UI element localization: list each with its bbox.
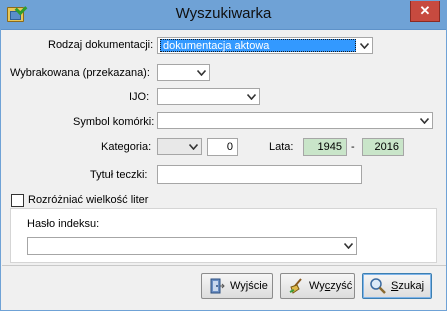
kategoria-label: Kategoria: — [101, 141, 152, 153]
exit-door-icon — [208, 277, 226, 295]
chevron-down-icon[interactable] — [417, 113, 432, 128]
chevron-down-icon[interactable] — [244, 89, 259, 104]
rodzaj-combo[interactable]: dokumentacja aktowa — [157, 37, 373, 54]
exit-label: Wyjście — [230, 280, 268, 292]
footer-divider — [2, 265, 446, 266]
tytul-input[interactable] — [157, 165, 362, 184]
close-button[interactable]: ✕ — [410, 1, 440, 22]
chevron-down-icon[interactable] — [341, 238, 356, 253]
tytul-label: Tytuł teczki: — [90, 169, 148, 181]
chevron-down-icon[interactable] — [186, 139, 201, 154]
search-window: Wyszukiwarka ✕ Rodzaj dokumentacji: doku… — [0, 0, 447, 311]
haslo-combo[interactable] — [27, 237, 357, 255]
wybrakowana-combo[interactable] — [157, 64, 210, 81]
symbol-combo[interactable] — [157, 112, 433, 129]
clear-label: Wyczyść — [309, 280, 353, 292]
rodzaj-label: Rodzaj dokumentacji: — [48, 39, 154, 51]
year-from-input[interactable]: 1945 — [303, 138, 347, 156]
window-title: Wyszukiwarka — [175, 5, 272, 22]
broom-icon — [287, 277, 305, 295]
search-button[interactable]: Szukaj — [362, 273, 432, 299]
haslo-label: Hasło indeksu: — [27, 218, 100, 230]
case-sensitive-label: Rozróżniać wielkość liter — [28, 194, 149, 206]
symbol-label: Symbol komórki: — [73, 116, 155, 128]
ijo-label: IJO: — [129, 91, 150, 103]
rodzaj-value: dokumentacja aktowa — [160, 39, 356, 52]
year-separator: - — [351, 141, 355, 153]
wybrakowana-label: Wybrakowana (przekazana): — [10, 67, 150, 79]
clear-button[interactable]: Wyczyść — [280, 273, 355, 299]
kategoria-combo[interactable] — [157, 138, 202, 155]
title-bar: Wyszukiwarka ✕ — [1, 1, 446, 30]
search-label: Szukaj — [391, 280, 425, 292]
chevron-down-icon[interactable] — [194, 65, 209, 80]
chevron-down-icon[interactable] — [357, 38, 372, 53]
index-group: Hasło indeksu: — [10, 208, 437, 263]
kategoria-number-input[interactable]: 0 — [207, 138, 238, 156]
magnifier-icon — [369, 277, 387, 295]
lata-label: Lata: — [269, 141, 294, 153]
case-sensitive-checkbox[interactable] — [11, 194, 24, 207]
ijo-combo[interactable] — [157, 88, 260, 105]
exit-button[interactable]: Wyjście — [201, 273, 273, 299]
year-to-input[interactable]: 2016 — [362, 138, 404, 156]
